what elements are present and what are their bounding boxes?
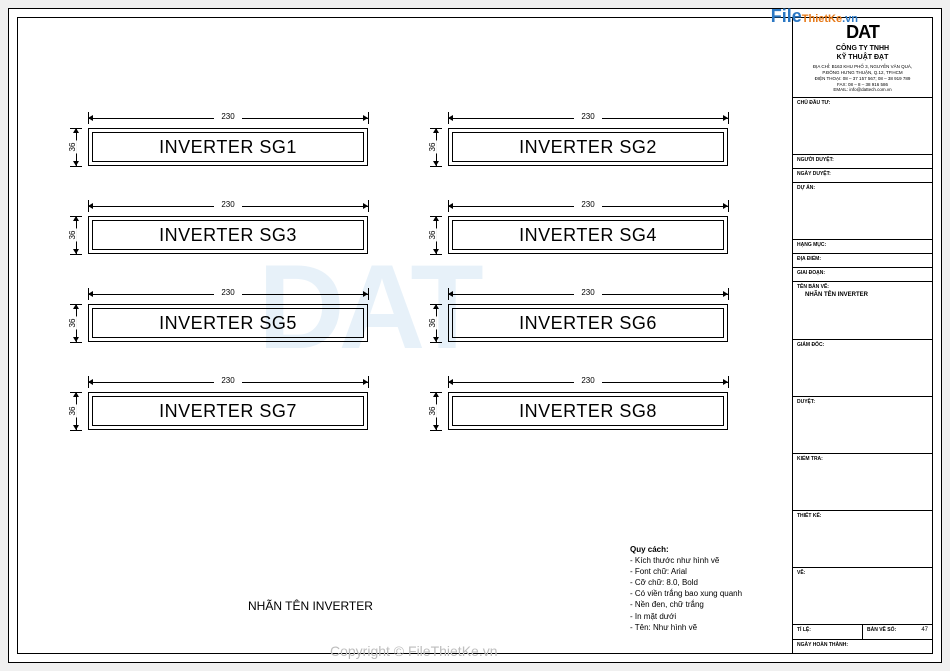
nameplate-outer: INVERTER SG3 (88, 216, 368, 254)
nameplate-text: INVERTER SG3 (92, 220, 364, 250)
dimension-width: 230 (88, 376, 368, 388)
nameplate-outer: INVERTER SG2 (448, 128, 728, 166)
company-header: DAT CÔNG TY TNHH KỸ THUẬT ĐẠT ĐỊA CHỈ: B… (793, 18, 932, 97)
tb-scale: TỈ LỆ: (793, 625, 862, 639)
spec-item: - In mặt dưới (630, 611, 780, 622)
spec-item: - Font chữ: Arial (630, 566, 780, 577)
nameplate-outer: INVERTER SG8 (448, 392, 728, 430)
title-block: DAT CÔNG TY TNHH KỸ THUẬT ĐẠT ĐỊA CHỈ: B… (792, 18, 932, 653)
dimension-width: 230 (88, 112, 368, 124)
nameplate-unit: 230 36 INVERTER SG4 (448, 216, 728, 254)
tb-approve: DUYỆT: (793, 396, 932, 453)
nameplate-text: INVERTER SG7 (92, 396, 364, 426)
nameplate-unit: 230 36 INVERTER SG6 (448, 304, 728, 342)
tb-director: GIÁM ĐỐC: (793, 339, 932, 396)
tb-approver: NGƯỜI DUYỆT: (793, 154, 932, 168)
nameplate-outer: INVERTER SG6 (448, 304, 728, 342)
nameplate-text: INVERTER SG4 (452, 220, 724, 250)
tb-draw: VẼ: (793, 567, 932, 624)
copyright-watermark: Copyright © FileThietKe.vn (330, 643, 498, 659)
tb-location: ĐỊA ĐIỂM: (793, 253, 932, 267)
tb-approve-date: NGÀY DUYỆT: (793, 168, 932, 182)
sheet-title: NHÃN TÊN INVERTER (248, 599, 373, 613)
nameplate-grid: 230 36 INVERTER SG1 230 36 INVERTER SG2 … (88, 128, 728, 430)
tb-design: THIẾT KẾ: (793, 510, 932, 567)
dimension-height: 36 (70, 392, 82, 430)
site-watermark-logo: FileThietKe.vn (771, 6, 858, 27)
dimension-height: 36 (70, 128, 82, 166)
spec-item: - Nền đen, chữ trắng (630, 599, 780, 610)
dimension-width: 230 (448, 376, 728, 388)
dimension-height: 36 (70, 304, 82, 342)
spec-item: - Kích thước như hình vẽ (630, 555, 780, 566)
dimension-height: 36 (430, 216, 442, 254)
nameplate-outer: INVERTER SG4 (448, 216, 728, 254)
tb-scale-sheet: TỈ LỆ: BẢN VẼ SỐ: 47 (793, 624, 932, 639)
spec-item: - Tên: Như hình vẽ (630, 622, 780, 633)
tb-sheet-no: BẢN VẼ SỐ: 47 (862, 625, 932, 639)
dimension-width: 230 (88, 200, 368, 212)
dimension-width: 230 (448, 112, 728, 124)
dimension-height: 36 (70, 216, 82, 254)
nameplate-unit: 230 36 INVERTER SG5 (88, 304, 368, 342)
nameplate-text: INVERTER SG1 (92, 132, 364, 162)
dimension-height: 36 (430, 128, 442, 166)
nameplate-outer: INVERTER SG5 (88, 304, 368, 342)
nameplate-text: INVERTER SG2 (452, 132, 724, 162)
tb-check: KIỂM TRA: (793, 453, 932, 510)
company-name: CÔNG TY TNHH (797, 45, 928, 52)
spec-heading: Quy cách: (630, 544, 780, 555)
dimension-width: 230 (448, 200, 728, 212)
tb-owner: CHỦ ĐẦU TƯ: (793, 97, 932, 154)
drawing-sheet: DAT 230 36 INVERTER SG1 230 36 INVERTER … (8, 8, 942, 663)
tb-phase: GIAI ĐOẠN: (793, 267, 932, 281)
spec-item: - Cỡ chữ: 8.0, Bold (630, 577, 780, 588)
nameplate-text: INVERTER SG5 (92, 308, 364, 338)
tb-category: HẠNG MỤC: (793, 239, 932, 253)
nameplate-unit: 230 36 INVERTER SG2 (448, 128, 728, 166)
nameplate-unit: 230 36 INVERTER SG1 (88, 128, 368, 166)
company-name: KỸ THUẬT ĐẠT (797, 54, 928, 61)
dimension-width: 230 (88, 288, 368, 300)
nameplate-text: INVERTER SG8 (452, 396, 724, 426)
nameplate-text: INVERTER SG6 (452, 308, 724, 338)
dimension-height: 36 (430, 304, 442, 342)
company-address: ĐỊA CHỈ: B163 KHU PHỐ 3, NGUYỄN VĂN QUÁ,… (797, 64, 928, 93)
tb-project: DỰ ÁN: (793, 182, 932, 239)
nameplate-unit: 230 36 INVERTER SG8 (448, 392, 728, 430)
drawing-area: DAT 230 36 INVERTER SG1 230 36 INVERTER … (18, 18, 792, 653)
tb-drawing-name: TÊN BẢN VẼ: NHÃN TÊN INVERTER (793, 281, 932, 338)
nameplate-unit: 230 36 INVERTER SG3 (88, 216, 368, 254)
dimension-width: 230 (448, 288, 728, 300)
nameplate-outer: INVERTER SG1 (88, 128, 368, 166)
dimension-height: 36 (430, 392, 442, 430)
nameplate-unit: 230 36 INVERTER SG7 (88, 392, 368, 430)
nameplate-outer: INVERTER SG7 (88, 392, 368, 430)
spec-item: - Có viền trắng bao xung quanh (630, 588, 780, 599)
sheet-border: DAT 230 36 INVERTER SG1 230 36 INVERTER … (17, 17, 933, 654)
tb-complete-date: NGÀY HOÀN THÀNH: (793, 639, 932, 653)
specification-box: Quy cách: - Kích thước như hình vẽ - Fon… (630, 544, 780, 634)
